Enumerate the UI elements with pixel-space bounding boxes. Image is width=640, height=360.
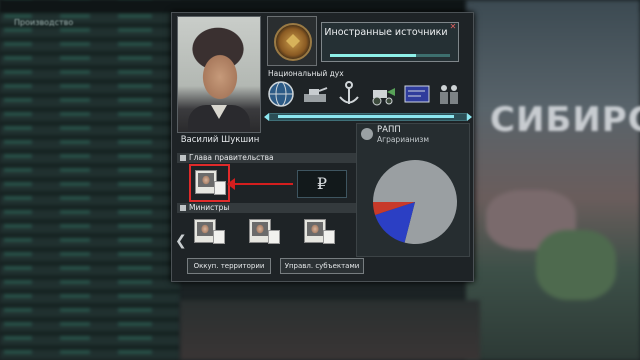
scroll-right-icon[interactable]: [467, 113, 472, 121]
document-icon: [268, 230, 280, 244]
party-icon: [361, 128, 373, 140]
production-list-background: [0, 0, 180, 360]
ministers-label: Министры: [189, 203, 230, 212]
party-ideology: Аграрианизм: [377, 135, 430, 144]
decision-emblem-icon: [274, 23, 312, 61]
minister-card[interactable]: [194, 219, 225, 244]
tank-factory-icon[interactable]: [301, 80, 329, 108]
emblem-symbol: [286, 34, 300, 48]
head-of-government-label: Глава правительства: [189, 153, 274, 162]
workers-icon[interactable]: [435, 80, 463, 108]
anchor-icon[interactable]: [335, 80, 363, 108]
occupied-territories-button[interactable]: Оккуп. территории: [187, 258, 271, 274]
national-spirit-title: Национальный дух: [268, 69, 344, 78]
leader-portrait[interactable]: [177, 16, 261, 133]
map-region-label: СИБИРС: [490, 100, 640, 140]
minister-portrait: [198, 173, 214, 187]
minister-portrait: [307, 222, 323, 236]
highlight-arrow-icon: [227, 178, 235, 190]
farm-tractor-icon[interactable]: [369, 80, 397, 108]
ministers-icon: [180, 205, 186, 211]
head-of-government-header: Глава правительства: [177, 153, 362, 163]
decision-title: Иностранные источники: [324, 27, 448, 38]
decision-emblem-frame[interactable]: [267, 16, 317, 66]
globe-icon[interactable]: [267, 80, 295, 108]
scroll-left-icon[interactable]: [264, 113, 269, 121]
country-politics-panel: Василий Шукшин Иностранные источники ✕ Н…: [171, 12, 474, 282]
chevron-left-icon[interactable]: ❮: [175, 233, 187, 249]
document-icon: [323, 230, 335, 244]
ruble-logo-text: ₽: [316, 174, 328, 193]
minister-card[interactable]: [249, 219, 280, 244]
party-logo-ruble: ₽: [297, 170, 347, 198]
document-icon: [213, 230, 225, 244]
leader-name: Василий Шукшин: [180, 135, 260, 145]
party-popularity-pie[interactable]: [371, 158, 459, 246]
minister-card[interactable]: [304, 219, 335, 244]
party-name: РАПП: [377, 125, 401, 135]
minister-portrait: [197, 222, 213, 236]
close-icon[interactable]: ✕: [449, 23, 457, 31]
national-spirit-scrollbar[interactable]: [264, 113, 472, 121]
minister-card[interactable]: [195, 170, 226, 195]
head-of-government-slot[interactable]: [189, 164, 230, 202]
national-spirit-list: [267, 78, 467, 113]
document-icon: [214, 181, 226, 195]
highlight-arrow-line: [229, 183, 293, 185]
foreign-sources-decision[interactable]: Иностранные источники ✕: [321, 22, 459, 62]
ruling-party-panel[interactable]: РАПП Аграрианизм: [356, 123, 470, 257]
manage-subjects-button[interactable]: Управл. субъектами: [280, 258, 364, 274]
production-tab-label: Производство: [14, 18, 74, 27]
bottom-bar-background: [180, 300, 480, 360]
decision-progress-bar: [330, 54, 450, 57]
world-map-background: [466, 0, 640, 360]
decision-progress-fill: [330, 54, 417, 57]
scrollbar-thumb[interactable]: [278, 115, 454, 118]
blueprint-icon[interactable]: [403, 80, 431, 108]
ministers-header: Министры: [177, 203, 362, 213]
government-icon: [180, 155, 186, 161]
minister-portrait: [252, 222, 268, 236]
